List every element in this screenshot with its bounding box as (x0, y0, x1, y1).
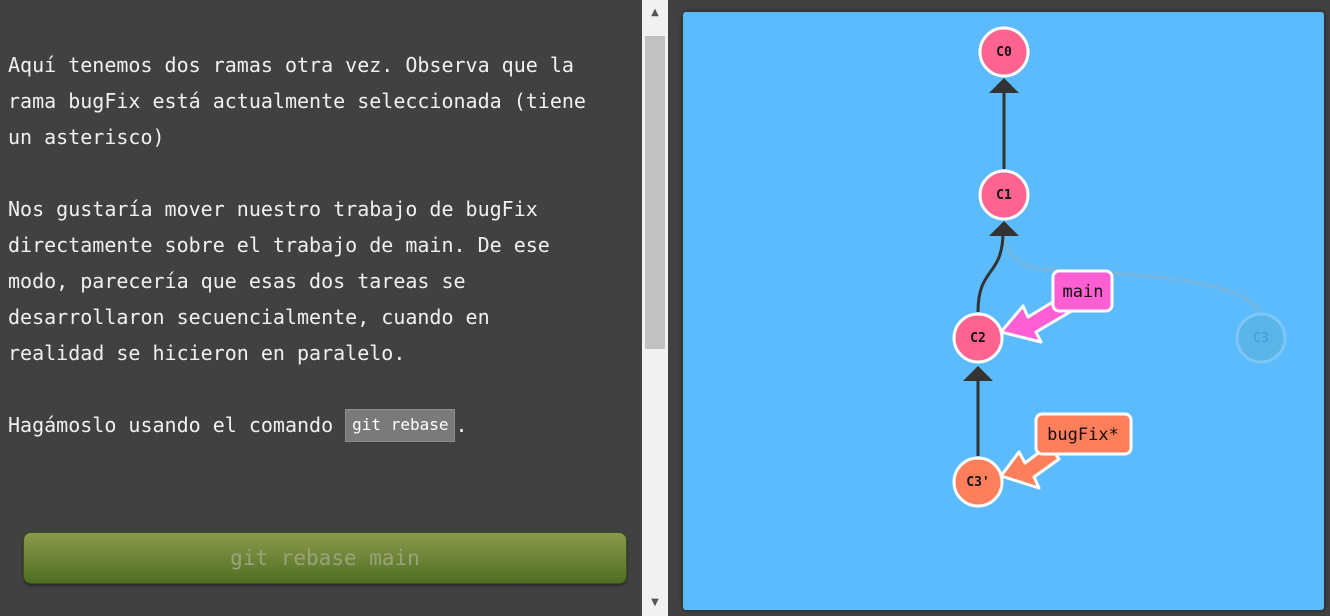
commit-c3-label: C3 (1253, 331, 1269, 346)
commit-c2-label: C2 (970, 331, 986, 346)
branch-main[interactable]: main (999, 269, 1114, 344)
instructions-panel: Aquí tenemos dos ramas otra vez. Observa… (0, 0, 642, 616)
arrowhead-c2 (963, 366, 993, 381)
commit-c3-prime-label: C3' (966, 475, 989, 490)
branch-bugfix-label: bugFix* (1047, 425, 1119, 445)
edge-c2-to-c1 (976, 233, 1005, 313)
git-graph: C0 C1 C2 C3 C3' main bugFix* (952, 26, 1287, 508)
commit-c1-label: C1 (996, 188, 1012, 203)
instruction-text: Hagámoslo usando el comando (8, 413, 346, 437)
command-button[interactable]: git rebase main (23, 532, 627, 584)
scroll-thumb[interactable] (645, 36, 665, 349)
arrow-down-icon[interactable]: ▼ (642, 594, 668, 616)
commit-c0-label: C0 (996, 45, 1012, 60)
branch-main-label: main (1063, 282, 1104, 302)
branch-bugfix[interactable]: bugFix* (999, 412, 1133, 490)
git-graph-canvas: C0 C1 C2 C3 C3' main bugFix* (683, 12, 1324, 610)
inline-code: git rebase (345, 409, 456, 442)
instruction-paragraph-3: Hagámoslo usando el comando git rebase. (8, 407, 642, 443)
arrowhead-c1 (989, 221, 1019, 236)
instruction-punctuation: . (455, 413, 468, 437)
instruction-paragraph-1: Aquí tenemos dos ramas otra vez. Observa… (8, 53, 586, 149)
instruction-paragraph-2: Nos gustaría mover nuestro trabajo de bu… (8, 197, 550, 365)
scrollbar[interactable]: ▲ ▼ (642, 0, 668, 616)
arrow-up-icon[interactable]: ▲ (642, 0, 668, 22)
arrowhead-c0 (989, 78, 1019, 93)
